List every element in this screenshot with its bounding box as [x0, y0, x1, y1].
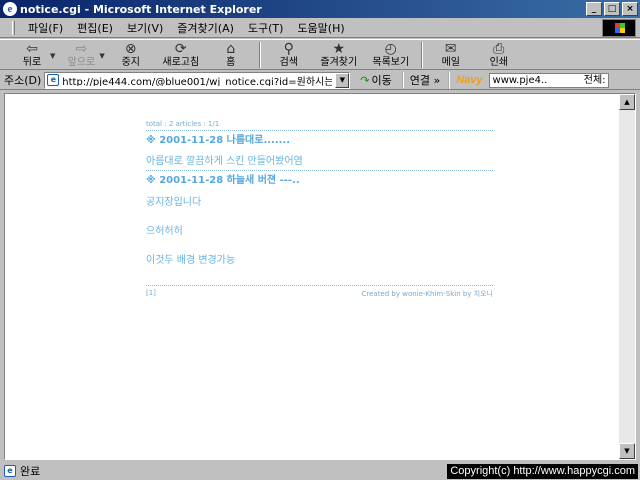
ie-icon: e	[3, 2, 17, 16]
refresh-button[interactable]: ⟳ 새로고침	[155, 40, 207, 70]
maximize-button[interactable]: □	[604, 2, 620, 16]
menu-edit[interactable]: 편집(E)	[70, 20, 120, 36]
printer-icon: ⎙	[493, 41, 505, 57]
address-dropdown-icon[interactable]: ▼	[335, 72, 350, 88]
favorites-button[interactable]: ★ 즐겨찾기	[313, 40, 365, 70]
home-button[interactable]: ⌂ 홈	[207, 40, 255, 70]
back-dropdown-icon[interactable]: ▼	[50, 52, 55, 60]
menu-help[interactable]: 도움말(H)	[290, 20, 351, 36]
toolbar-separator	[258, 42, 261, 68]
post-body: 공지장입니다	[146, 197, 202, 208]
window-title: notice.cgi - Microsoft Internet Explorer	[20, 2, 262, 16]
divider	[146, 170, 493, 171]
address-label: 주소(D)	[4, 74, 42, 87]
post-body: 아름대로 깔끔하게 스킨 만들어봤어염	[146, 156, 303, 167]
forward-dropdown-icon[interactable]: ▼	[99, 52, 104, 60]
skin-credit: Created by wonie-Khim-Skin by 치오니	[361, 290, 493, 298]
post-body: 으허허허	[146, 226, 183, 237]
menu-file[interactable]: 파일(F)	[21, 20, 70, 36]
address-input[interactable]	[62, 74, 333, 86]
go-button[interactable]: ↷ 이동	[356, 72, 395, 88]
post-title[interactable]: ※ 2001-11-28 하늘새 버젼 ---..	[146, 174, 493, 187]
history-button[interactable]: ◴ 목록보기	[365, 40, 417, 70]
title-bar: e notice.cgi - Microsoft Internet Explor…	[0, 0, 640, 18]
forward-arrow-icon: ⇨	[75, 41, 88, 57]
search-icon: ⚲	[283, 41, 294, 57]
toolbar-separator	[420, 42, 423, 68]
divider	[146, 130, 493, 131]
windows-logo-icon	[602, 19, 636, 37]
mail-icon: ✉	[444, 41, 457, 57]
home-icon: ⌂	[226, 41, 236, 57]
vertical-scrollbar[interactable]: ▲ ▼	[619, 94, 635, 459]
notice-board: total : 2 articles : 1/1 ※ 2001-11-28 나름…	[146, 120, 493, 299]
close-button[interactable]: ×	[622, 2, 638, 16]
navy-search-input[interactable]: www.pje4.. 전체:	[488, 72, 609, 88]
menu-tools[interactable]: 도구(T)	[241, 20, 291, 36]
board-footer: [1] Created by wonie-Khim-Skin by 치오니	[146, 289, 493, 299]
page-viewport: total : 2 articles : 1/1 ※ 2001-11-28 나름…	[4, 93, 636, 460]
menu-view[interactable]: 보기(V)	[120, 20, 170, 36]
go-arrow-icon: ↷	[360, 73, 370, 87]
minimize-button[interactable]: _	[586, 2, 602, 16]
scroll-up-icon[interactable]: ▲	[619, 94, 635, 110]
status-text: 완료	[20, 465, 41, 478]
stop-button[interactable]: ⊗ 중지	[107, 40, 155, 70]
address-bar: 주소(D) e ▼ ↷ 이동 연결 » Navy www.pje4.. 전체:	[0, 71, 640, 90]
scroll-down-icon[interactable]: ▼	[619, 443, 635, 459]
back-arrow-icon: ⇦	[26, 41, 38, 57]
refresh-icon: ⟳	[174, 41, 187, 57]
links-button[interactable]: 연결 »	[401, 72, 440, 88]
menubar-grip	[12, 20, 15, 35]
page-link[interactable]: [1]	[146, 289, 156, 299]
stop-icon: ⊗	[124, 41, 137, 57]
print-button[interactable]: ⎙ 인쇄	[475, 40, 523, 70]
mail-button[interactable]: ✉ 메일	[427, 40, 475, 70]
standard-toolbar: ⇦ 뒤로 ▼ ⇨ 앞으로 ▼ ⊗ 중지 ⟳ 새로고침 ⌂ 홈 ⚲ 검색 ★ 즐겨…	[0, 39, 640, 70]
navy-toolbar: Navy www.pje4.. 전체:	[448, 71, 609, 89]
favorites-folder-icon: ★	[332, 41, 346, 57]
menu-favorites[interactable]: 즐겨찾기(A)	[170, 20, 241, 36]
back-button[interactable]: ⇦ 뒤로	[8, 40, 56, 70]
navy-all-label: 전체:	[583, 74, 606, 86]
page-done-icon: e	[4, 465, 16, 477]
post-title[interactable]: ※ 2001-11-28 나름대로.......	[146, 134, 493, 147]
menu-bar: 파일(F) 편집(E) 보기(V) 즐겨찾기(A) 도구(T) 도움말(H)	[0, 18, 640, 38]
page-icon: e	[47, 74, 60, 86]
search-button[interactable]: ⚲ 검색	[265, 40, 313, 70]
copyright-overlay: Copyright(c) http://www.happycgi.com	[447, 464, 638, 479]
navy-logo[interactable]: Navy	[456, 74, 482, 86]
address-field[interactable]: e ▼	[44, 71, 351, 89]
history-icon: ◴	[384, 41, 397, 57]
divider	[146, 285, 493, 286]
article-count: total : 2 articles : 1/1	[146, 120, 220, 128]
post-body: 이것두 배경 변경가능	[146, 255, 236, 266]
forward-button[interactable]: ⇨ 앞으로	[57, 40, 105, 70]
window-controls: _ □ ×	[584, 2, 638, 16]
